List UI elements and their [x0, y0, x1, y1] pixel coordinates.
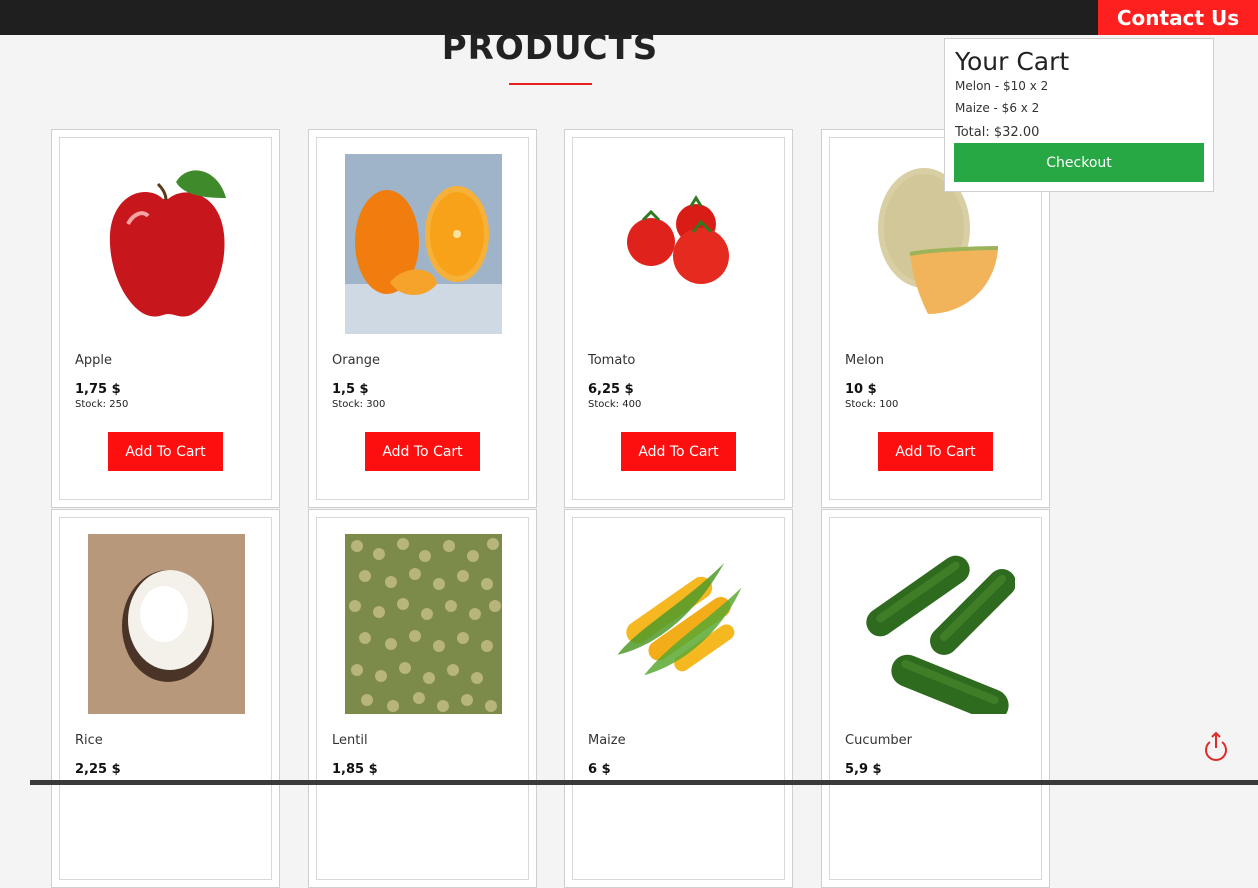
title-underline [509, 83, 592, 85]
lentil-icon [345, 534, 502, 714]
product-price: 5,9 $ [845, 762, 882, 777]
product-name: Rice [75, 733, 103, 748]
add-to-cart-button[interactable]: Add To Cart [621, 432, 736, 471]
product-card-orange: Orange 1,5 $ Stock: 300 Add To Cart [308, 129, 537, 508]
cart-item: Maize - $6 x 2 [955, 101, 1040, 115]
product-stock: Stock: 250 [75, 399, 129, 410]
product-stock: Stock: 100 [845, 399, 899, 410]
product-card-tomato: Tomato 6,25 $ Stock: 400 Add To Cart [564, 129, 793, 508]
product-card-inner: Orange 1,5 $ Stock: 300 Add To Cart [316, 137, 529, 500]
product-name: Tomato [588, 353, 636, 368]
product-stock: Stock: 400 [588, 399, 642, 410]
product-price: 1,5 $ [332, 382, 369, 397]
maize-icon [601, 534, 758, 714]
product-card-inner: Maize 6 $ [572, 517, 785, 880]
product-price: 2,25 $ [75, 762, 121, 777]
product-stock: Stock: 300 [332, 399, 386, 410]
page-title: PRODUCTS [441, 28, 659, 68]
product-card-inner: Lentil 1,85 $ [316, 517, 529, 880]
apple-icon [88, 154, 245, 334]
add-to-cart-button[interactable]: Add To Cart [108, 432, 223, 471]
contact-us-button[interactable]: Contact Us [1098, 0, 1258, 35]
product-name: Maize [588, 733, 626, 748]
product-card-apple: Apple 1,75 $ Stock: 250 Add To Cart [51, 129, 280, 508]
product-price: 1,75 $ [75, 382, 121, 397]
cucumber-icon [858, 534, 1015, 714]
product-price: 6,25 $ [588, 382, 634, 397]
product-card-rice: Rice 2,25 $ [51, 509, 280, 888]
checkout-button[interactable]: Checkout [954, 143, 1204, 182]
product-card-inner: Rice 2,25 $ [59, 517, 272, 880]
product-price: 1,85 $ [332, 762, 378, 777]
cart-item: Melon - $10 x 2 [955, 79, 1049, 93]
scroll-to-top-icon[interactable] [1202, 731, 1230, 763]
product-name: Apple [75, 353, 113, 368]
product-card-inner: Tomato 6,25 $ Stock: 400 Add To Cart [572, 137, 785, 500]
product-card-cucumber: Cucumber 5,9 $ [821, 509, 1050, 888]
product-card-maize: Maize 6 $ [564, 509, 793, 888]
add-to-cart-button[interactable]: Add To Cart [365, 432, 480, 471]
product-name: Lentil [332, 733, 368, 748]
orange-icon [345, 154, 502, 334]
tomato-icon [601, 154, 758, 334]
product-card-inner: Apple 1,75 $ Stock: 250 Add To Cart [59, 137, 272, 500]
bottom-edge [30, 780, 1258, 785]
product-name: Cucumber [845, 733, 912, 748]
cart-title: Your Cart [955, 47, 1070, 76]
product-name: Orange [332, 353, 381, 368]
product-card-inner: Cucumber 5,9 $ [829, 517, 1042, 880]
product-price: 6 $ [588, 762, 611, 777]
product-price: 10 $ [845, 382, 877, 397]
product-name: Melon [845, 353, 885, 368]
rice-icon [88, 534, 245, 714]
cart-panel: Your Cart Melon - $10 x 2 Maize - $6 x 2… [944, 38, 1214, 192]
cart-total: Total: $32.00 [955, 125, 1040, 140]
product-card-lentil: Lentil 1,85 $ [308, 509, 537, 888]
add-to-cart-button[interactable]: Add To Cart [878, 432, 993, 471]
